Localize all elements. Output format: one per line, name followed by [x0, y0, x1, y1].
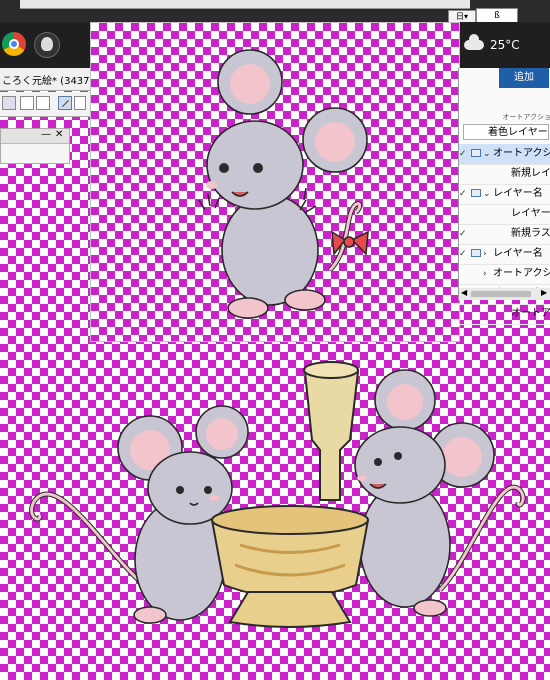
expand-chevron-icon[interactable]: › [483, 244, 487, 264]
visibility-check-icon[interactable]: ✓ [459, 184, 467, 204]
scroll-thumb[interactable] [471, 291, 531, 297]
folder-icon [471, 249, 481, 257]
visibility-check-icon[interactable] [459, 264, 467, 284]
action-list-item[interactable]: ✓ ⌄オートアクション [459, 144, 550, 165]
mouse-right [354, 369, 526, 617]
scroll-right-icon[interactable]: ▶ [541, 288, 547, 297]
folder-icon [471, 189, 481, 197]
action-list-item[interactable]: ✓ 新規ラスタ [459, 224, 550, 245]
add-button[interactable]: 追加 [499, 68, 549, 88]
action-list-item[interactable]: レイヤー名 [459, 204, 550, 225]
folder-icon [471, 149, 481, 157]
action-list-item[interactable]: ✓ ⌄ レイヤー名 [459, 184, 550, 205]
visibility-check-icon[interactable] [459, 204, 467, 224]
visibility-check-icon[interactable] [459, 164, 467, 184]
panel-header: オートアクショ [502, 113, 550, 121]
action-label: 新規ラスタ [511, 228, 550, 239]
action-label: オートアクショ [511, 308, 550, 319]
action-label: オートアクション [493, 148, 550, 159]
action-list-item[interactable]: › オートアクショ [459, 264, 550, 285]
action-label: レイヤー名 [493, 188, 543, 199]
mouse-left [29, 405, 249, 624]
expand-chevron-icon[interactable]: ⌄ [483, 144, 491, 164]
mouse-with-bow [198, 49, 369, 319]
action-label: レイヤー名 [511, 208, 550, 219]
action-set-select[interactable]: 着色レイヤー [463, 124, 549, 140]
scroll-left-icon[interactable]: ◀ [461, 288, 467, 297]
action-label: オートアクショ [493, 268, 550, 279]
horizontal-scrollbar[interactable]: ◀ ▶ [459, 288, 550, 300]
visibility-check-icon[interactable]: ✓ [459, 244, 467, 264]
action-list-item[interactable]: オートアクショ [459, 304, 550, 325]
action-list-item[interactable]: ✓ › レイヤー名 [459, 244, 550, 265]
visibility-check-icon[interactable]: ✓ [459, 224, 467, 244]
auto-action-panel: 追加 オートアクショ 着色レイヤー ✓⌄オートアクション新規レイヤ✓⌄レイヤー名… [458, 68, 550, 325]
mortar-and-pestle [210, 361, 370, 628]
action-label: レイヤー名 [493, 248, 543, 259]
visibility-check-icon[interactable]: ✓ [459, 144, 467, 164]
expand-chevron-icon[interactable]: ⌄ [483, 184, 491, 204]
visibility-check-icon[interactable] [459, 304, 467, 324]
action-label: 新規レイヤ [511, 168, 550, 179]
action-list-item[interactable]: 新規レイヤ [459, 164, 550, 185]
expand-chevron-icon[interactable]: › [483, 264, 487, 284]
